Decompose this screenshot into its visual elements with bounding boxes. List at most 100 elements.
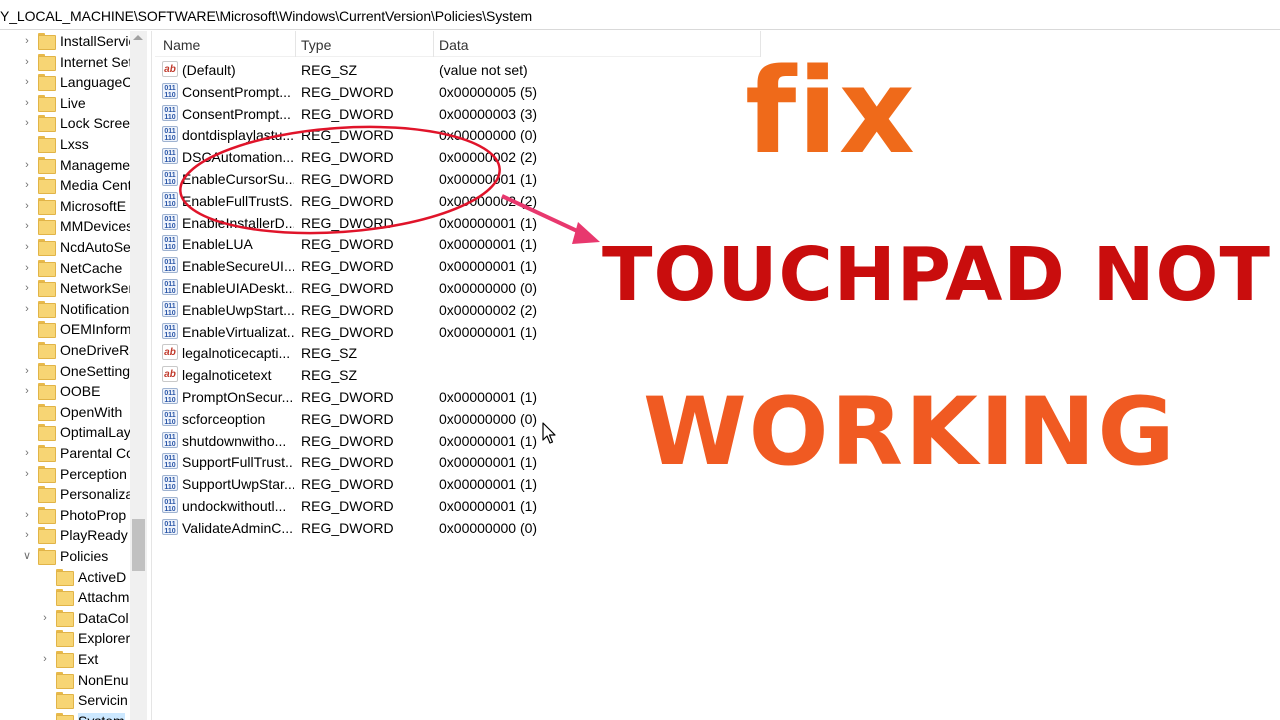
chevron-right-icon[interactable]: › [22,384,32,398]
tree-item[interactable]: › Media Cent [0,175,132,195]
chevron-right-icon[interactable]: › [22,528,32,542]
table-row[interactable]: ab legalnoticecapti... REG_SZ [155,341,761,363]
chevron-right-icon[interactable]: › [22,96,32,110]
tree-item[interactable]: Lxss [0,134,130,154]
tree-item[interactable]: › PlayReady [0,525,130,545]
folder-icon [56,630,74,648]
tree-item[interactable]: › LanguageC [0,72,132,92]
tree-item[interactable]: › Manageme [0,155,130,175]
tree-item[interactable]: › Parental Co [0,443,134,463]
tree-scrollbar[interactable] [130,31,147,720]
tree-item[interactable]: › Notification [0,299,130,319]
values-list[interactable]: Name Type Data ab (Default) REG_SZ (value n… [155,31,1280,720]
table-row[interactable]: 011 110 dontdisplaylastu... REG_DWORD 0x000… [155,123,761,145]
tree-item[interactable]: Attachm [0,587,130,607]
tree-item[interactable]: › MMDevices [0,216,133,236]
chevron-right-icon[interactable]: › [22,446,32,460]
tree-item[interactable]: › InstallServic [0,31,135,51]
table-row[interactable]: 011 110 ConsentPrompt... REG_DWORD 0x000000… [155,102,761,124]
tree-item[interactable]: OpenWith [0,402,130,422]
column-header-name[interactable]: Name [163,37,200,53]
value-data: 0x00000001 (1) [439,389,538,405]
value-name: EnableVirtualizat... [182,323,294,340]
column-header-data[interactable]: Data [439,37,469,53]
tree-item[interactable]: › Perception [0,464,130,484]
column-header-type[interactable]: Type [301,37,331,53]
value-type: REG_SZ [301,367,358,384]
column-divider[interactable] [433,31,434,57]
folder-icon [38,486,56,504]
table-row[interactable]: 011 110 ConsentPrompt... REG_DWORD 0x000000… [155,80,761,102]
tree-item[interactable]: › MicrosoftE [0,196,130,216]
address-bar[interactable]: Y_LOCAL_MACHINE\SOFTWARE\Microsoft\Windo… [0,0,1280,30]
tree-item[interactable]: ∨ Policies [0,546,130,566]
chevron-right-icon[interactable]: › [22,158,32,172]
chevron-right-icon[interactable]: › [22,467,32,481]
chevron-right-icon[interactable]: › [22,178,32,192]
value-name: EnableInstallerD... [182,214,294,231]
tree-item[interactable]: OptimalLay [0,422,131,442]
tree-item[interactable]: NonEnu [0,670,130,690]
tree-item[interactable]: › OOBE [0,381,130,401]
folder-icon [56,568,74,586]
table-row[interactable]: 011 110 ValidateAdminC... REG_DWORD 0x00000… [155,516,761,538]
registry-path[interactable]: Y_LOCAL_MACHINE\SOFTWARE\Microsoft\Windo… [0,8,532,24]
dword-value-icon: 011 110 [162,431,178,448]
tree-item[interactable]: ActiveD [0,567,130,587]
tree-item[interactable]: › NetworkSer [0,278,133,298]
tree-item[interactable]: Personaliza [0,484,133,504]
scroll-up-arrow-icon[interactable] [133,35,143,40]
tree-item[interactable]: › NcdAutoSe [0,237,131,257]
table-row[interactable]: 011 110 undockwithoutl... REG_DWORD 0x00000… [155,494,761,516]
chevron-right-icon[interactable]: › [22,75,32,89]
tree-item[interactable]: Servicin [0,690,130,710]
value-data: 0x00000001 (1) [439,323,538,340]
chevron-right-icon[interactable]: › [22,240,32,254]
tree-item[interactable]: System [0,711,130,720]
tree-item[interactable]: › OneSetting [0,361,130,381]
value-name: EnableUIADeskt... [182,280,294,296]
value-name: EnableUwpStart... [182,301,294,318]
chevron-right-icon[interactable]: › [22,116,32,130]
chevron-right-icon[interactable]: › [22,34,32,48]
tree-item[interactable]: › PhotoProp [0,505,130,525]
tree-item[interactable]: Explorer [0,628,130,648]
chevron-right-icon[interactable]: › [22,302,32,316]
chevron-right-icon[interactable]: › [22,508,32,522]
chevron-right-icon[interactable]: › [22,261,32,275]
tree-item[interactable]: › NetCache [0,258,130,278]
folder-icon [38,74,56,92]
table-row[interactable]: 011 110 EnableInstallerD... REG_DWORD 0x000… [155,211,761,233]
tree-item[interactable]: › Lock Screer [0,113,135,133]
dword-value-icon: 011 110 [162,475,178,492]
tree-item-label: Parental Co [60,445,134,461]
chevron-right-icon[interactable]: › [22,219,32,233]
table-row[interactable]: 011 110 DSCAutomation... REG_DWORD 0x000000… [155,145,761,167]
tree-item-label: Internet Set [60,53,133,70]
tree-item[interactable]: › Ext [0,649,130,669]
tree-item[interactable]: OneDriveRa [0,340,137,360]
dword-value-icon: 011 110 [162,409,178,426]
column-divider[interactable] [295,31,296,57]
scrollbar-thumb[interactable] [132,519,145,571]
chevron-down-icon[interactable]: ∨ [22,549,32,563]
tree-item[interactable]: › Internet Set [0,52,133,72]
chevron-right-icon[interactable]: › [40,611,50,625]
tree-item-label: Policies [60,548,109,564]
folder-icon [38,136,56,153]
table-row[interactable]: 011 110 EnableFullTrustS... REG_DWORD 0x000… [155,189,761,211]
table-row[interactable]: 011 110 EnableCursorSu... REG_DWORD 0x00000… [155,167,761,189]
table-row[interactable]: 011 110 EnableVirtualizat... REG_DWORD 0x00… [155,320,761,342]
tree-item-label: System [78,712,125,720]
chevron-right-icon[interactable]: › [22,199,32,213]
dword-value-icon: 011 110 [162,235,178,252]
table-row[interactable]: ab (Default) REG_SZ (value not set) [155,58,761,80]
tree-item[interactable]: › Live [0,93,130,113]
chevron-right-icon[interactable]: › [40,652,50,666]
value-type: REG_DWORD [301,192,394,209]
tree-item[interactable]: OEMInform [0,319,132,339]
chevron-right-icon[interactable]: › [22,364,32,378]
chevron-right-icon[interactable]: › [22,55,32,69]
chevron-right-icon[interactable]: › [22,281,32,295]
tree-item[interactable]: › DataCol [0,608,130,628]
